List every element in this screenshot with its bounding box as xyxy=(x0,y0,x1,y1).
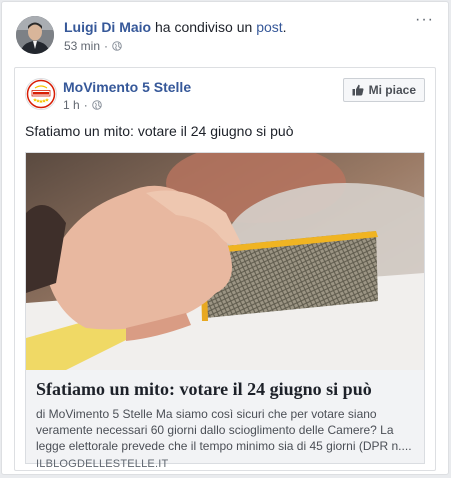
link-description: di MoVimento 5 Stelle Ma siamo così sicu… xyxy=(36,407,412,453)
page-avatar[interactable] xyxy=(25,78,57,110)
post-meta: 53 min · xyxy=(64,39,122,53)
page-name-link[interactable]: MoVimento 5 Stelle xyxy=(63,79,191,95)
link-domain: ILBLOGDELLESTELLE.IT xyxy=(36,458,169,470)
link-title[interactable]: Sfatiamo un mito: votare il 24 giugno si… xyxy=(36,378,414,400)
ballot-box-photo xyxy=(26,153,424,370)
shared-post: Luigi Di Maio ha condiviso un post. 53 m… xyxy=(1,1,449,475)
link-preview-body: Sfatiamo un mito: votare il 24 giugno si… xyxy=(26,370,424,470)
thumbs-up-icon xyxy=(352,84,364,96)
author-avatar[interactable] xyxy=(16,16,54,54)
post-message: Sfatiamo un mito: votare il 24 giugno si… xyxy=(25,123,294,139)
avatar-photo xyxy=(16,16,54,54)
post-timestamp[interactable]: 53 min xyxy=(64,39,100,53)
more-options-icon[interactable]: ··· xyxy=(415,12,434,28)
like-button-label: Mi piace xyxy=(368,83,416,97)
link-preview-card[interactable]: Sfatiamo un mito: votare il 24 giugno si… xyxy=(25,152,425,470)
meta-separator: · xyxy=(83,98,88,112)
author-name-link[interactable]: Luigi Di Maio xyxy=(64,19,151,35)
post-header: Luigi Di Maio ha condiviso un post. 53 m… xyxy=(16,12,436,58)
post-link[interactable]: post xyxy=(256,19,282,35)
post-author-line: Luigi Di Maio ha condiviso un post. xyxy=(64,18,287,36)
original-post-header: MoVimento 5 Stelle 1 h · Mi piace xyxy=(25,78,425,118)
post-link-suffix: . xyxy=(282,19,287,35)
globe-icon[interactable] xyxy=(112,41,122,51)
page-like-button[interactable]: Mi piace xyxy=(342,78,425,102)
link-preview-image[interactable] xyxy=(26,153,424,370)
original-post-meta: 1 h · xyxy=(63,98,102,112)
m5s-logo-icon xyxy=(26,79,56,109)
share-action-text: ha condiviso un xyxy=(151,19,257,35)
globe-icon[interactable] xyxy=(91,100,102,110)
meta-separator: · xyxy=(104,39,109,53)
original-post-timestamp[interactable]: 1 h xyxy=(63,98,80,112)
shared-original-post: MoVimento 5 Stelle 1 h · Mi piace Sfatia… xyxy=(14,67,436,471)
